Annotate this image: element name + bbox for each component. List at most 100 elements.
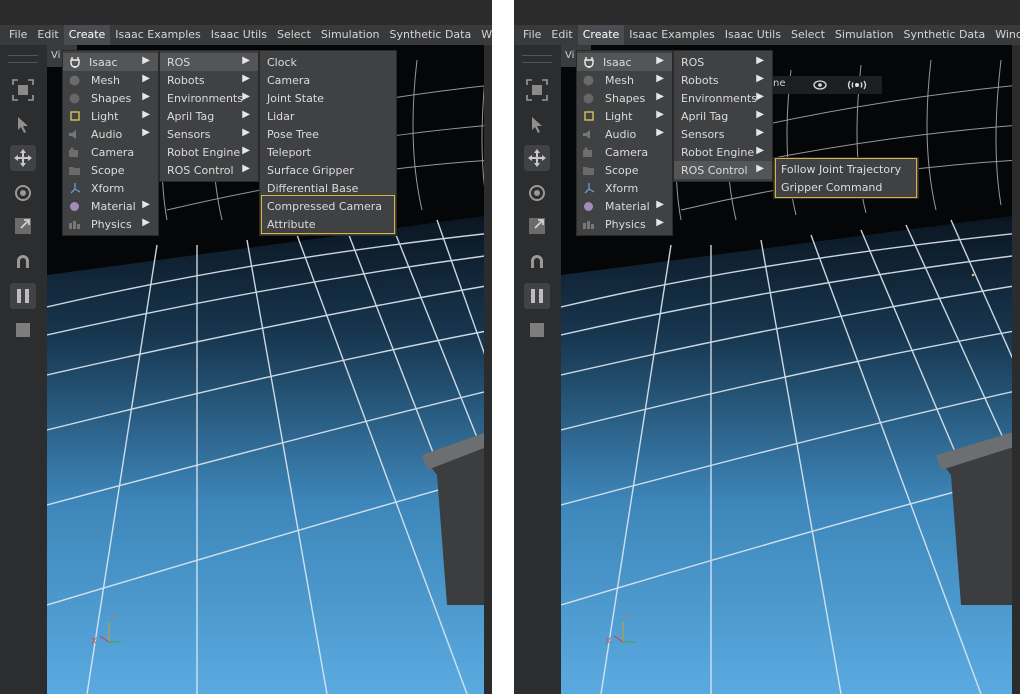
submenu-arrow-icon: ▶ [756,55,764,66]
select-arrow-icon[interactable] [524,112,550,138]
frame-selection-icon[interactable] [10,77,36,103]
isaac-item-environments[interactable]: Environments ▶ [160,89,258,107]
ros-item-lidar[interactable]: Lidar [260,107,396,125]
isaac-item-robot-engine[interactable]: Robot Engine ▶ [160,143,258,161]
create-item-xform[interactable]: Xform [577,179,672,197]
audio-speaker-icon [68,128,81,140]
menu-create[interactable]: Create [577,25,625,45]
menu-isaac-utils[interactable]: Isaac Utils [206,25,272,45]
camera-icon [68,146,81,158]
create-item-scope[interactable]: Scope [577,161,672,179]
pause-icon[interactable] [10,283,36,309]
highlight-box [775,158,917,198]
create-item-light[interactable]: Light ▶ [577,107,672,125]
isaac-item-ros-control[interactable]: ROS Control ▶ [160,161,258,179]
menu-file[interactable]: File [518,25,546,45]
snap-magnet-icon[interactable] [524,249,550,275]
isaac-submenu: ROS ▶ Robots ▶ Environments ▶ April Tag ▶ Se… [673,50,773,182]
menu-select[interactable]: Select [272,25,316,45]
isaac-item-ros-control[interactable]: ROS Control ▶ [674,161,772,179]
ros-item-camera[interactable]: Camera [260,71,396,89]
create-item-shapes[interactable]: Shapes ▶ [577,89,672,107]
create-item-mesh[interactable]: Mesh ▶ [577,71,672,89]
frame-selection-icon[interactable] [524,77,550,103]
isaac-item-robots[interactable]: Robots ▶ [674,71,772,89]
camera-icon [582,146,595,158]
isaac-item-robots[interactable]: Robots ▶ [160,71,258,89]
create-item-isaac[interactable]: Isaac ▶ [577,53,672,71]
scale-icon[interactable] [524,213,550,239]
screenshot-composite: File Edit Create Isaac Examples Isaac Ut… [0,0,1020,694]
move-icon[interactable] [10,145,36,171]
eye-icon[interactable] [809,76,831,94]
create-item-material[interactable]: Material ▶ [63,197,158,215]
menu-simulation[interactable]: Simulation [316,25,385,45]
rotate-icon[interactable] [10,180,36,206]
ros-item-teleport[interactable]: Teleport [260,143,396,161]
create-item-light[interactable]: Light ▶ [63,107,158,125]
isaac-item-sensors[interactable]: Sensors ▶ [674,125,772,143]
move-icon[interactable] [524,145,550,171]
menu-select[interactable]: Select [786,25,830,45]
create-item-mesh[interactable]: Mesh ▶ [63,71,158,89]
isaac-item-april-tag[interactable]: April Tag ▶ [160,107,258,125]
create-item-audio[interactable]: Audio ▶ [577,125,672,143]
create-item-camera[interactable]: Camera [63,143,158,161]
create-item-camera[interactable]: Camera [577,143,672,161]
submenu-arrow-icon: ▶ [142,217,150,228]
scale-icon[interactable] [10,213,36,239]
physics-icon [68,218,81,230]
menu-synthetic-data[interactable]: Synthetic Data [385,25,477,45]
broadcast-icon[interactable] [843,76,871,94]
menu-window[interactable]: Window [990,25,1020,45]
menu-window[interactable]: Window [476,25,492,45]
menu-synthetic-data[interactable]: Synthetic Data [899,25,991,45]
stop-icon[interactable] [10,317,36,343]
menu-create[interactable]: Create [63,25,111,45]
ros-item-clock[interactable]: Clock [260,53,396,71]
menu-edit[interactable]: Edit [32,25,63,45]
isaac-item-ros[interactable]: ROS ▶ [674,53,772,71]
submenu-arrow-icon: ▶ [756,127,764,138]
isaac-item-ros[interactable]: ROS ▶ [160,53,258,71]
isaac-plug-icon [582,56,595,68]
physics-icon [582,218,595,230]
pause-icon[interactable] [524,283,550,309]
snap-magnet-icon[interactable] [10,249,36,275]
isaac-item-sensors[interactable]: Sensors ▶ [160,125,258,143]
submenu-arrow-icon: ▶ [242,109,250,120]
right-panel: File Edit Create Isaac Examples Isaac Ut… [514,0,1020,694]
menu-simulation[interactable]: Simulation [830,25,899,45]
light-icon [68,110,81,122]
submenu-arrow-icon: ▶ [656,109,664,120]
ros-item-surface-gripper[interactable]: Surface Gripper [260,161,396,179]
ros-item-joint-state[interactable]: Joint State [260,89,396,107]
create-item-physics[interactable]: Physics ▶ [63,215,158,233]
rotate-icon[interactable] [524,180,550,206]
create-item-isaac[interactable]: Isaac ▶ [63,53,158,71]
submenu-arrow-icon: ▶ [142,109,150,120]
menu-edit[interactable]: Edit [546,25,577,45]
menu-isaac-examples[interactable]: Isaac Examples [624,25,719,45]
isaac-item-robot-engine[interactable]: Robot Engine ▶ [674,143,772,161]
isaac-item-environments[interactable]: Environments ▶ [674,89,772,107]
create-item-material[interactable]: Material ▶ [577,197,672,215]
ros-item-pose-tree[interactable]: Pose Tree [260,125,396,143]
create-item-audio[interactable]: Audio ▶ [63,125,158,143]
submenu-arrow-icon: ▶ [242,55,250,66]
stop-icon[interactable] [524,317,550,343]
tool-palette [0,45,47,694]
left-panel: File Edit Create Isaac Examples Isaac Ut… [0,0,492,694]
menu-isaac-utils[interactable]: Isaac Utils [720,25,786,45]
select-arrow-icon[interactable] [10,112,36,138]
submenu-arrow-icon: ▶ [142,55,150,66]
create-item-xform[interactable]: Xform [63,179,158,197]
create-item-physics[interactable]: Physics ▶ [577,215,672,233]
isaac-item-april-tag[interactable]: April Tag ▶ [674,107,772,125]
menu-file[interactable]: File [4,25,32,45]
viewport-label-fragment: ne [773,78,786,89]
xform-axes-icon [68,182,81,194]
menu-isaac-examples[interactable]: Isaac Examples [110,25,205,45]
create-item-scope[interactable]: Scope [63,161,158,179]
create-item-shapes[interactable]: Shapes ▶ [63,89,158,107]
